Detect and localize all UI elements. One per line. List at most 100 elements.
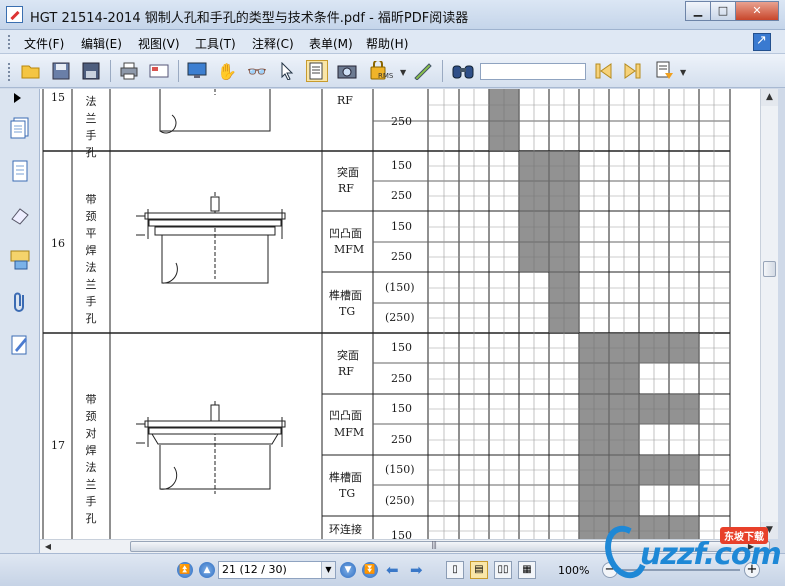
facing-cn-label: 突面 <box>337 349 359 362</box>
prev-page-icon[interactable]: ▲ <box>199 562 215 578</box>
highlight-icon[interactable] <box>654 60 676 82</box>
pages-icon[interactable] <box>9 117 31 141</box>
main-toolbar: ✋ 👓 RMS ▼ ▼ <box>0 54 785 88</box>
page-dropdown-icon[interactable]: ▼ <box>321 562 335 578</box>
menu-form[interactable]: 表单(M) <box>309 35 353 52</box>
facing-en-label: TG <box>339 305 356 318</box>
menu-tools[interactable]: 工具(T) <box>195 35 236 52</box>
save-icon[interactable] <box>50 60 72 82</box>
size-value: 250 <box>391 250 412 263</box>
close-button[interactable]: ✕ <box>735 1 779 21</box>
shaded-cell <box>519 151 549 272</box>
toolbar-grip[interactable] <box>8 63 11 81</box>
open-folder-icon[interactable] <box>20 60 42 82</box>
single-page-view-icon[interactable]: ▯ <box>446 561 464 579</box>
menu-view[interactable]: 视图(V) <box>138 35 180 52</box>
facing-view-icon[interactable]: ▯▯ <box>494 561 512 579</box>
continuous-facing-view-icon[interactable]: ▦ <box>518 561 536 579</box>
handhole-17-drawing <box>136 401 286 494</box>
document-icon[interactable] <box>9 160 31 184</box>
document-page[interactable]: 15 16 17 法兰手孔 带颈平焊法兰手孔 带颈对焊法兰手孔 RF 突面 RF… <box>40 89 760 539</box>
go-back-icon[interactable]: ⬅ <box>386 561 399 579</box>
size-value: (250) <box>385 494 415 507</box>
shaded-cell <box>669 333 699 363</box>
size-value: 150 <box>391 220 412 233</box>
last-page-icon[interactable]: ⏬ <box>362 562 378 578</box>
window-controls: ▁ □ ✕ <box>685 1 779 21</box>
zoom-loupe-icon[interactable]: 👓 <box>246 60 268 82</box>
text-select-icon[interactable] <box>306 60 328 82</box>
row-number-16: 16 <box>51 237 65 250</box>
menu-grip[interactable] <box>8 35 11 49</box>
row-name-15: 法兰手孔 <box>85 95 97 159</box>
attachment-icon[interactable] <box>9 291 31 315</box>
size-value: 250 <box>391 372 412 385</box>
page-number-field[interactable]: 21 (12 / 30) ▼ <box>218 561 336 579</box>
fullscreen-icon[interactable] <box>186 60 208 82</box>
row-name-17: 带颈对焊法兰手孔 <box>85 393 97 525</box>
shaded-cell <box>549 151 579 333</box>
sign-icon[interactable] <box>412 60 434 82</box>
handhole-15-drawing <box>159 89 271 134</box>
facing-cn-label: 突面 <box>337 166 359 179</box>
facing-en-label: RF <box>338 365 354 378</box>
size-value: 250 <box>391 433 412 446</box>
shaded-cell <box>639 455 669 485</box>
select-arrow-icon[interactable] <box>276 60 298 82</box>
comments-icon[interactable] <box>9 249 31 273</box>
continuous-view-icon[interactable]: ▤ <box>470 561 488 579</box>
facing-en-label: MFM <box>334 243 365 256</box>
search-input[interactable] <box>480 63 586 80</box>
maximize-icon: □ <box>717 4 729 17</box>
size-value: 150 <box>391 159 412 172</box>
signature-icon[interactable] <box>9 334 31 358</box>
eraser-icon[interactable] <box>9 205 31 229</box>
toolbar-separator <box>442 60 443 82</box>
maximize-button[interactable]: □ <box>710 1 736 21</box>
scroll-up-icon[interactable]: ▲ <box>761 89 778 106</box>
next-result-icon[interactable] <box>622 60 644 82</box>
expand-window-icon[interactable] <box>753 33 771 51</box>
menu-help[interactable]: 帮助(H) <box>366 35 408 52</box>
row-number-17: 17 <box>51 439 65 452</box>
go-forward-icon[interactable]: ➡ <box>410 561 423 579</box>
hand-tool-icon[interactable]: ✋ <box>216 60 238 82</box>
rms-icon[interactable]: RMS <box>368 60 398 82</box>
minimize-button[interactable]: ▁ <box>685 1 711 21</box>
save-all-icon[interactable] <box>80 60 102 82</box>
watermark-badge: 东坡下载 <box>720 527 768 544</box>
binoculars-icon[interactable] <box>452 60 474 82</box>
shaded-cell <box>639 333 669 363</box>
zoom-level: 100% <box>558 564 590 577</box>
next-page-icon[interactable]: ▼ <box>340 562 356 578</box>
vertical-scrollbar[interactable]: ▲ ▼ <box>760 89 778 539</box>
menu-comment[interactable]: 注释(C) <box>252 35 294 52</box>
panel-expand-icon[interactable] <box>14 93 21 103</box>
toolbar-separator <box>110 60 111 82</box>
size-value: (150) <box>385 281 415 294</box>
facing-en-label: RF <box>338 182 354 195</box>
highlight-dropdown-icon[interactable]: ▼ <box>680 68 686 77</box>
shaded-cell <box>669 455 699 485</box>
size-value: 150 <box>391 529 412 539</box>
print-icon[interactable] <box>118 60 140 82</box>
first-page-icon[interactable]: ⏫ <box>177 562 193 578</box>
email-icon[interactable] <box>148 60 170 82</box>
rms-dropdown-icon[interactable]: ▼ <box>400 68 406 77</box>
vertical-scroll-thumb[interactable] <box>763 261 776 277</box>
facing-en-label: MFM <box>334 426 365 439</box>
scroll-left-icon[interactable]: ◀ <box>40 540 56 553</box>
facing-cn-label: 环连接 <box>329 523 362 536</box>
prev-result-icon[interactable] <box>592 60 614 82</box>
menu-file[interactable]: 文件(F) <box>24 35 64 52</box>
snapshot-icon[interactable] <box>336 60 358 82</box>
shaded-cell <box>639 394 669 424</box>
navigation-panel <box>0 89 40 553</box>
minimize-icon: ▁ <box>693 4 703 17</box>
row-name-16: 带颈平焊法兰手孔 <box>85 193 97 325</box>
facing-cn-label: 凹凸面 <box>329 227 362 240</box>
menu-edit[interactable]: 编辑(E) <box>81 35 122 52</box>
facing-cn-label: 榫槽面 <box>329 289 362 302</box>
facing-cn-label: 凹凸面 <box>329 409 362 422</box>
facing-en-label: TG <box>339 487 356 500</box>
